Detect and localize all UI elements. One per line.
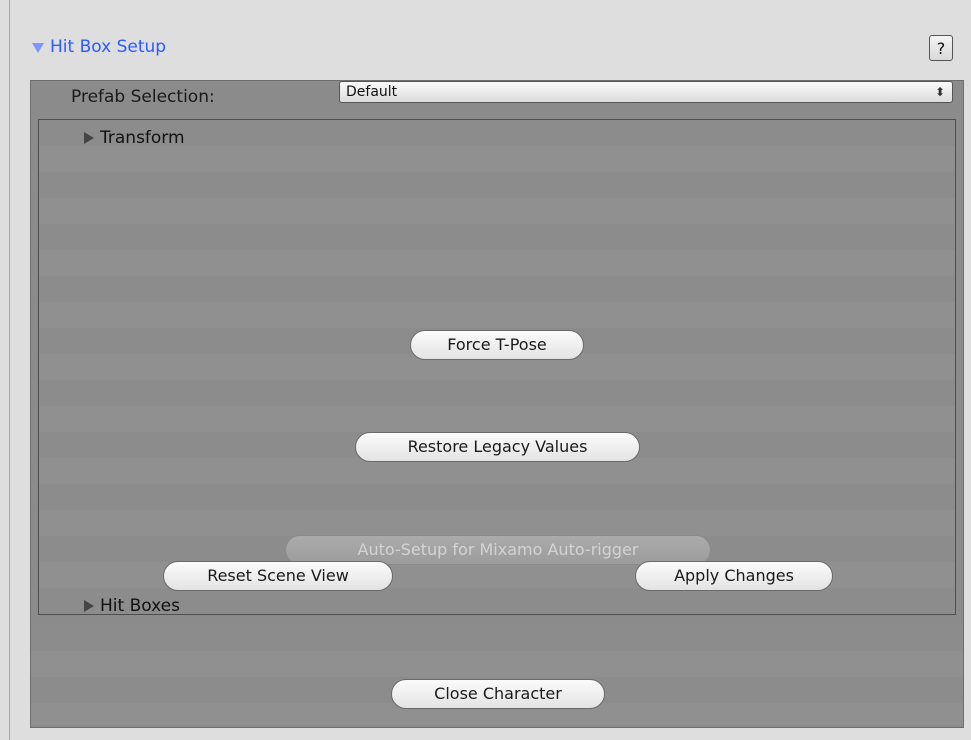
foldout-collapsed-icon <box>84 132 94 144</box>
restore-legacy-values-button[interactable]: Restore Legacy Values <box>355 432 640 462</box>
prefab-selection-row: Prefab Selection: <box>71 87 339 107</box>
hit-boxes-foldout[interactable]: Hit Boxes <box>84 596 180 616</box>
apply-changes-button[interactable]: Apply Changes <box>635 561 833 591</box>
hit-box-setup-foldout[interactable]: Hit Box Setup <box>32 33 166 61</box>
prefab-selection-value: Default <box>346 84 398 100</box>
character-settings-box: Transform Force T-Pose Restore Legacy Va… <box>38 119 956 616</box>
transform-label: Transform <box>100 128 185 148</box>
hit-boxes-label: Hit Boxes <box>100 596 180 616</box>
help-button[interactable]: ? <box>929 35 953 61</box>
prefab-selection-dropdown[interactable]: Default ⬍ <box>339 81 953 103</box>
footer-area <box>31 625 963 725</box>
foldout-title: Hit Box Setup <box>50 37 167 57</box>
transform-foldout[interactable]: Transform <box>84 128 185 148</box>
foldout-expanded-icon <box>32 42 44 53</box>
reset-scene-view-button[interactable]: Reset Scene View <box>163 561 393 591</box>
hit-box-setup-panel: Prefab Selection: Default ⬍ Transform Fo… <box>30 80 964 728</box>
foldout-collapsed-icon <box>84 600 94 612</box>
prefab-selection-label: Prefab Selection: <box>71 87 215 107</box>
force-tpose-button[interactable]: Force T-Pose <box>410 330 584 360</box>
left-divider <box>9 0 10 740</box>
close-character-button[interactable]: Close Character <box>391 679 605 709</box>
dropdown-arrows-icon: ⬍ <box>934 85 945 99</box>
